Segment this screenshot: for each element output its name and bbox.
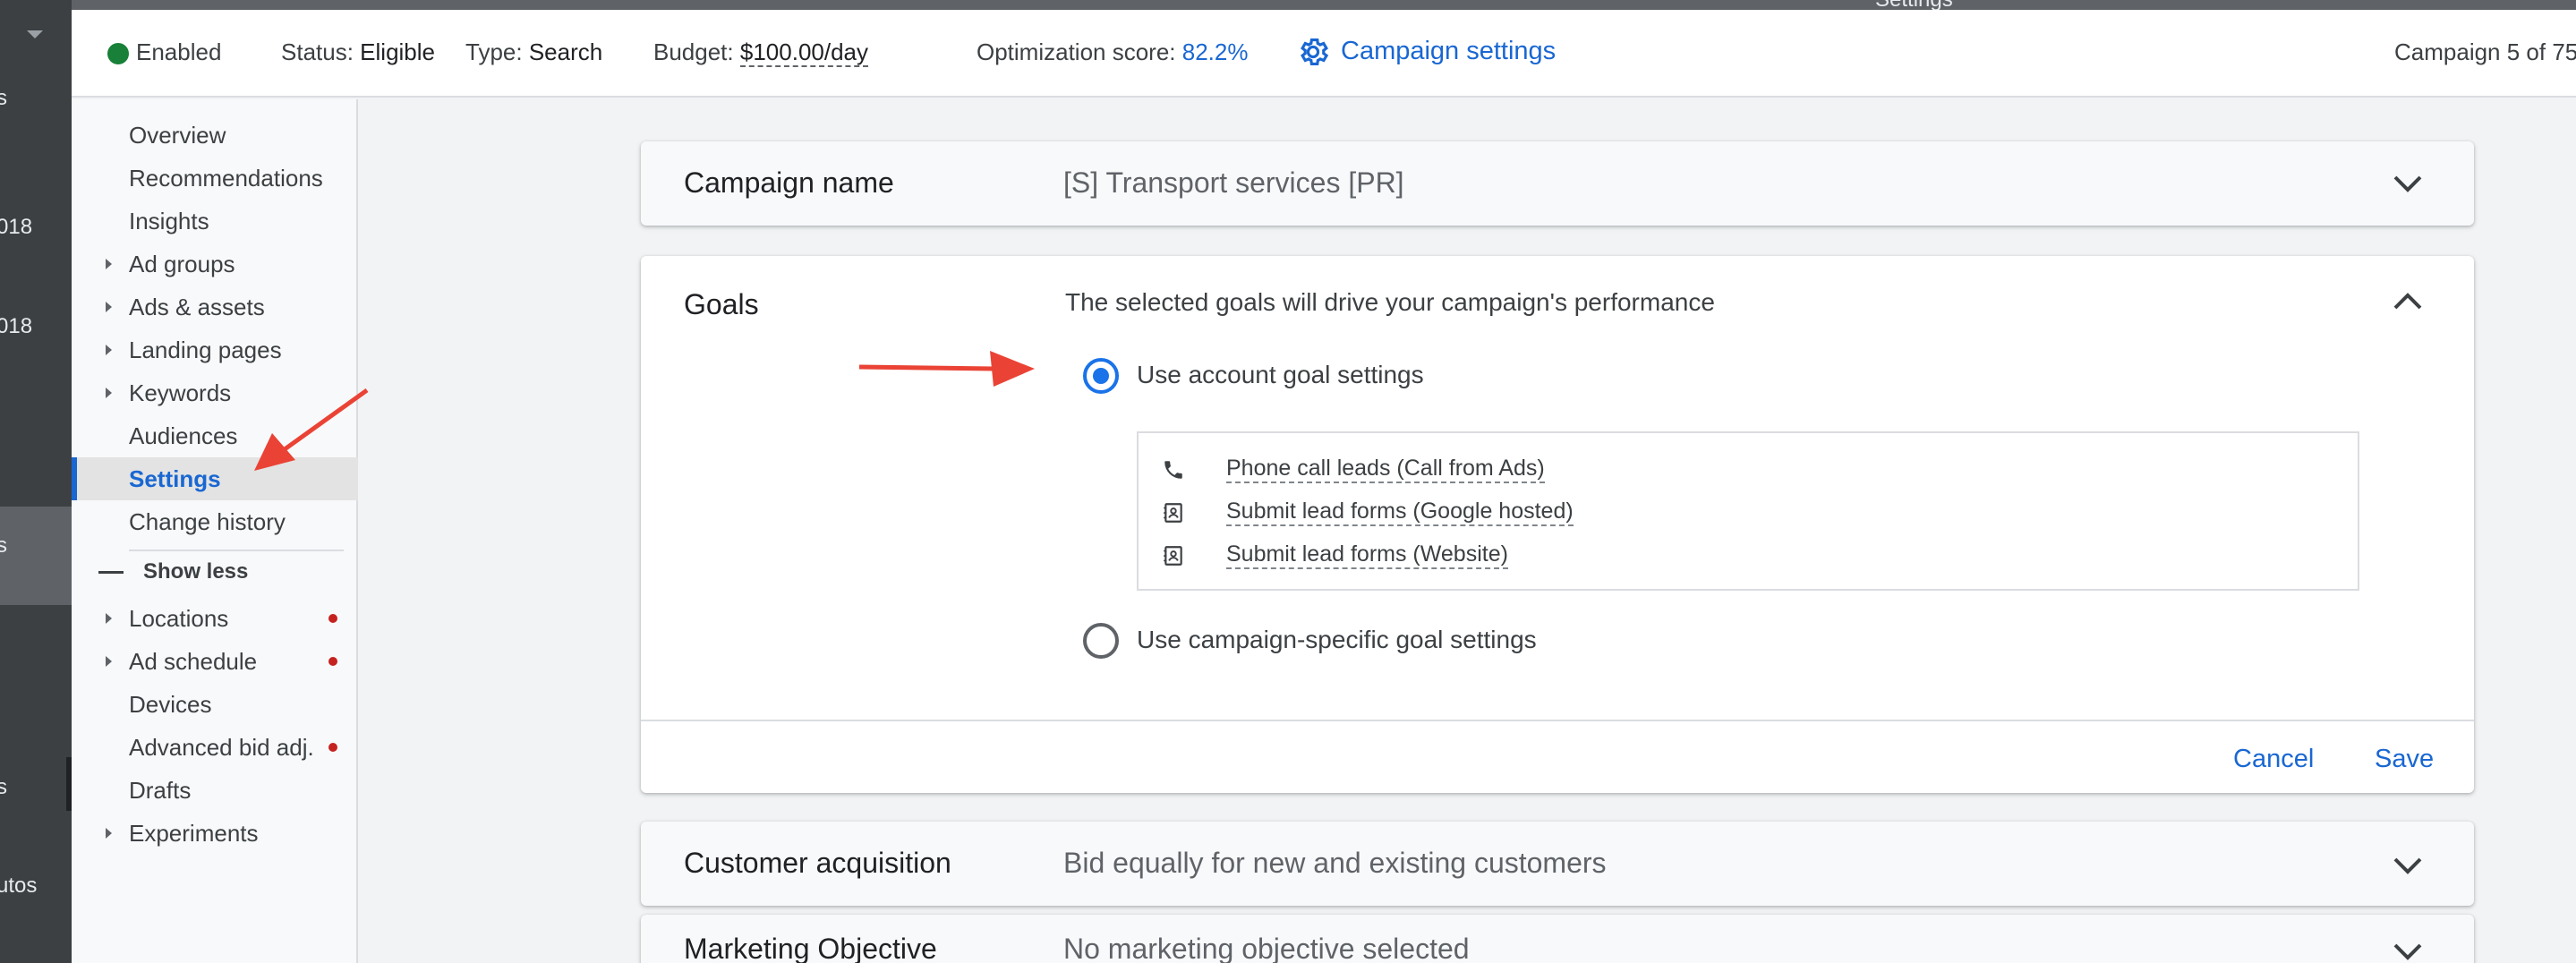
card-title: Campaign name <box>684 166 894 199</box>
expand-triangle-icon[interactable] <box>106 656 112 667</box>
campaign-name-card[interactable]: Campaign name [S] Transport services [PR… <box>641 141 2474 226</box>
alert-dot-icon <box>328 657 337 666</box>
rail-item[interactable]: 018 <box>0 215 32 240</box>
minus-icon <box>98 571 124 575</box>
goals-card: Goals The selected goals will drive your… <box>641 256 2474 793</box>
nav-item-ad-groups[interactable]: Ad groups <box>72 243 358 285</box>
goal-link[interactable]: Submit lead forms (Website) <box>1226 541 1508 569</box>
nav-item-keywords[interactable]: Keywords <box>72 371 358 414</box>
nav-item-landing-pages[interactable]: Landing pages <box>72 328 358 371</box>
card-title: Marketing Objective <box>684 933 937 963</box>
nav-item-insights[interactable]: Insights <box>72 200 358 243</box>
list-item: Submit lead forms (Website) <box>1162 539 1967 575</box>
alert-dot-icon <box>328 743 337 752</box>
nav-item-recommendations[interactable]: Recommendations <box>72 157 358 200</box>
marketing-objective-card[interactable]: Marketing Objective No marketing objecti… <box>641 915 2474 963</box>
expand-triangle-icon[interactable] <box>106 828 112 839</box>
rail-item[interactable]: s <box>0 533 7 558</box>
nav-item-audiences[interactable]: Audiences <box>72 414 358 457</box>
rail-item[interactable]: utos <box>0 874 37 899</box>
caret-down-icon[interactable] <box>27 30 43 38</box>
campaign-goals-radio[interactable] <box>1083 623 1119 659</box>
campaign-budget[interactable]: Budget: $100.00/day <box>653 38 869 67</box>
phone-icon <box>1164 461 1182 479</box>
status-dot-icon <box>107 43 129 64</box>
save-button[interactable]: Save <box>2375 745 2434 774</box>
top-strip: Settings <box>0 0 2576 12</box>
nav-item-locations[interactable]: Locations <box>72 597 358 640</box>
list-item: Phone call leads (Call from Ads) <box>1162 453 1967 489</box>
contact-form-icon <box>1164 503 1182 523</box>
nav-item-drafts[interactable]: Drafts <box>72 769 358 812</box>
chevron-down-icon[interactable] <box>2392 174 2424 193</box>
rail-selected-item[interactable] <box>0 507 72 605</box>
campaign-header: Enabled Status: Eligible Type: Search Bu… <box>72 10 2576 98</box>
card-divider <box>641 720 2474 721</box>
nav-item-overview[interactable]: Overview <box>72 114 358 157</box>
goal-link[interactable]: Submit lead forms (Google hosted) <box>1226 498 1574 526</box>
list-item: Submit lead forms (Google hosted) <box>1162 496 1967 532</box>
campaign-settings-link[interactable]: Campaign settings <box>1341 37 1556 66</box>
campaign-goals-label[interactable]: Use campaign-specific goal settings <box>1137 626 1537 654</box>
nav-item-change-history[interactable]: Change history <box>72 500 358 543</box>
expand-triangle-icon[interactable] <box>106 345 112 355</box>
campaign-type: Type: Search <box>465 38 603 65</box>
left-rail: s 018 018 s s utos <box>0 0 72 963</box>
goal-link[interactable]: Phone call leads (Call from Ads) <box>1226 455 1545 483</box>
account-goals-list: Phone call leads (Call from Ads) Submit … <box>1137 431 2359 591</box>
cancel-button[interactable]: Cancel <box>2233 745 2314 774</box>
show-less-button[interactable]: Show less <box>98 559 248 584</box>
nav-item-devices[interactable]: Devices <box>72 683 358 726</box>
nav-item-experiments[interactable]: Experiments <box>72 812 358 855</box>
chevron-down-icon[interactable] <box>2392 856 2424 875</box>
campaign-nav: Overview Recommendations Insights Ad gro… <box>72 99 358 963</box>
account-goals-label[interactable]: Use account goal settings <box>1137 361 1424 389</box>
goals-description: The selected goals will drive your campa… <box>1065 288 1715 316</box>
rail-item[interactable]: 018 <box>0 314 32 339</box>
card-title: Customer acquisition <box>684 847 951 879</box>
chevron-down-icon[interactable] <box>2392 942 2424 961</box>
campaign-counter: Campaign 5 of 75 <box>2394 38 2576 65</box>
eligibility-status: Status: Eligible <box>281 38 435 65</box>
rail-item[interactable]: s <box>0 86 7 111</box>
contact-form-icon <box>1164 546 1182 566</box>
expand-triangle-icon[interactable] <box>106 613 112 624</box>
rail-item[interactable]: s <box>0 775 7 800</box>
nav-item-ad-schedule[interactable]: Ad schedule <box>72 640 358 683</box>
expand-triangle-icon[interactable] <box>106 388 112 398</box>
nav-item-advanced-bid-adj[interactable]: Advanced bid adj. <box>72 726 358 769</box>
marketing-objective-value: No marketing objective selected <box>1063 933 1470 963</box>
optimization-score[interactable]: Optimization score: 82.2% <box>977 38 1249 66</box>
customer-acquisition-card[interactable]: Customer acquisition Bid equally for new… <box>641 822 2474 906</box>
campaign-status[interactable]: Enabled <box>136 38 221 66</box>
chevron-up-icon[interactable] <box>2392 292 2424 311</box>
customer-acquisition-value: Bid equally for new and existing custome… <box>1063 847 1607 879</box>
gear-icon[interactable] <box>1296 35 1330 69</box>
nav-item-settings[interactable]: Settings <box>72 457 358 500</box>
account-goals-radio[interactable] <box>1083 358 1119 394</box>
card-title: Goals <box>684 288 759 320</box>
nav-item-ads-assets[interactable]: Ads & assets <box>72 285 358 328</box>
expand-triangle-icon[interactable] <box>106 259 112 269</box>
campaign-name-value: [S] Transport services [PR] <box>1063 166 1404 199</box>
nav-divider <box>129 550 344 551</box>
alert-dot-icon <box>328 614 337 623</box>
expand-triangle-icon[interactable] <box>106 302 112 312</box>
